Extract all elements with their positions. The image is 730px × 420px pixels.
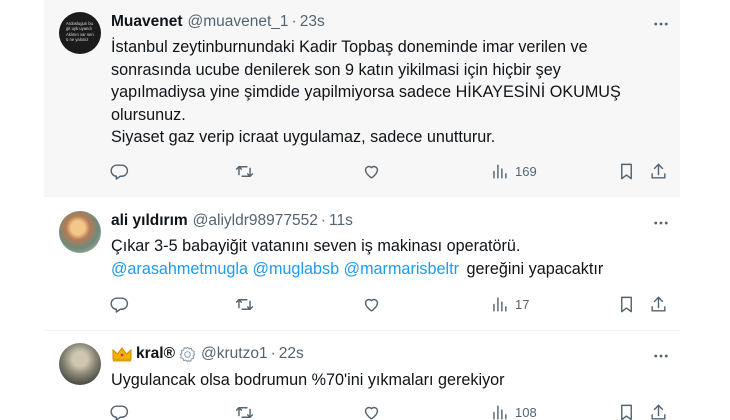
tweet-text-line: İstanbul zeytinburnundaki Kadir Topbaş d… xyxy=(111,38,588,56)
reply-icon xyxy=(110,297,129,313)
bookmark-button[interactable] xyxy=(617,295,636,314)
separator-dot: · xyxy=(270,345,276,362)
user-handle[interactable]: @aliyldr98977552 xyxy=(193,212,318,230)
more-horizontal-icon[interactable] xyxy=(650,13,672,35)
avatar[interactable] xyxy=(59,343,101,385)
views-button[interactable]: 17 xyxy=(490,295,529,314)
retweet-button[interactable] xyxy=(235,162,254,181)
tweet-muavenet[interactable]: Ardoslugun bu git uyk uyandı Aklının var… xyxy=(44,0,680,196)
tweet-text-line: yapılmadiysa yine şimdide yapilmiyorsa s… xyxy=(111,83,621,101)
bookmark-button[interactable] xyxy=(617,162,636,181)
avatar[interactable] xyxy=(59,211,101,253)
views-button[interactable]: 108 xyxy=(490,403,537,420)
views-button[interactable]: 169 xyxy=(490,162,537,181)
mention-link[interactable]: @marmarisbeltr xyxy=(344,260,459,278)
retweet-icon xyxy=(235,166,254,177)
display-name[interactable]: kral® xyxy=(136,345,175,363)
like-button[interactable] xyxy=(362,403,381,420)
timestamp[interactable]: 23s xyxy=(300,13,325,31)
display-name[interactable]: ali yıldırım xyxy=(111,212,188,230)
tweet-text-line: sonrasında ucube denilerek son 9 katın y… xyxy=(111,60,561,79)
avatar-caption: Ardoslugun bu git uyk uyandı Aklının var… xyxy=(66,21,94,43)
tweet-kral[interactable]: kral® @krutzo1 · 22s Uygulancak olsa bod… xyxy=(44,330,680,420)
views-icon xyxy=(493,164,507,179)
tweet-text: İstanbul zeytinburnundaki Kadir Topbaş d… xyxy=(111,36,671,149)
bookmark-icon xyxy=(621,296,632,313)
tweet-header: Muavenet @muavenet_1 · 23s xyxy=(111,13,325,31)
verified-badge-icon xyxy=(179,346,196,362)
like-button[interactable] xyxy=(362,295,381,314)
retweet-button[interactable] xyxy=(235,295,254,314)
views-icon xyxy=(493,405,507,420)
mention-link[interactable]: @arasahmetmugla xyxy=(111,260,248,278)
retweet-icon xyxy=(235,407,254,418)
tweet-header: kral® @krutzo1 · 22s xyxy=(111,345,304,363)
views-count: 169 xyxy=(515,164,537,179)
mention-link[interactable]: @muglabsb xyxy=(253,260,340,278)
views-count: 17 xyxy=(515,297,530,312)
tweet-text: Çıkar 3-5 babayiğit vatanını seven iş ma… xyxy=(111,235,671,280)
crown-icon xyxy=(112,347,132,362)
like-button[interactable] xyxy=(362,162,381,181)
tweet-text-line: olursunuz. xyxy=(111,105,186,124)
views-count: 108 xyxy=(515,405,537,420)
separator-dot: · xyxy=(291,13,297,30)
more-horizontal-icon[interactable] xyxy=(650,212,672,234)
user-handle[interactable]: @krutzo1 xyxy=(201,345,268,363)
tweet-text-line: Siyaset gaz verip icraat uygulamaz, sade… xyxy=(111,128,496,146)
share-icon xyxy=(651,296,666,312)
bookmark-button[interactable] xyxy=(617,403,636,420)
tweet-text-tail: gereğini yapacaktır xyxy=(466,259,604,278)
retweet-button[interactable] xyxy=(235,403,254,420)
tweet-text-line: Uygulancak olsa bodrumun %70'ini yıkmala… xyxy=(111,371,505,389)
like-icon xyxy=(364,406,379,420)
reply-button[interactable] xyxy=(110,295,129,314)
more-horizontal-icon[interactable] xyxy=(650,345,672,367)
retweet-icon xyxy=(235,299,254,310)
reply-button[interactable] xyxy=(110,403,129,420)
like-icon xyxy=(364,165,379,179)
bookmark-icon xyxy=(621,163,632,180)
tweet-text-line: @arasahmetmugla @muglabsb @marmarisbeltr… xyxy=(111,258,671,281)
reply-icon xyxy=(110,405,129,420)
tweet-ali-yildirim[interactable]: ali yıldırım @aliyldr98977552 · 11s Çıka… xyxy=(44,196,680,330)
reply-icon xyxy=(110,164,129,180)
share-icon xyxy=(651,163,666,179)
timestamp[interactable]: 22s xyxy=(279,345,304,363)
tweet-text: Uygulancak olsa bodrumun %70'ini yıkmala… xyxy=(111,369,671,392)
reply-button[interactable] xyxy=(110,162,129,181)
share-icon xyxy=(651,404,666,420)
display-name[interactable]: Muavenet xyxy=(111,13,183,31)
bookmark-icon xyxy=(621,404,632,420)
tweet-text-line: Çıkar 3-5 babayiğit vatanını seven iş ma… xyxy=(111,237,521,255)
views-icon xyxy=(493,297,507,312)
tweet-header: ali yıldırım @aliyldr98977552 · 11s xyxy=(111,212,353,230)
timestamp[interactable]: 11s xyxy=(329,212,353,230)
share-button[interactable] xyxy=(649,295,668,314)
avatar[interactable]: Ardoslugun bu git uyk uyandı Aklının var… xyxy=(59,12,101,54)
share-button[interactable] xyxy=(649,162,668,181)
user-handle[interactable]: @muavenet_1 xyxy=(188,13,289,31)
separator-dot: · xyxy=(320,212,327,229)
share-button[interactable] xyxy=(649,403,668,420)
like-icon xyxy=(364,298,379,312)
